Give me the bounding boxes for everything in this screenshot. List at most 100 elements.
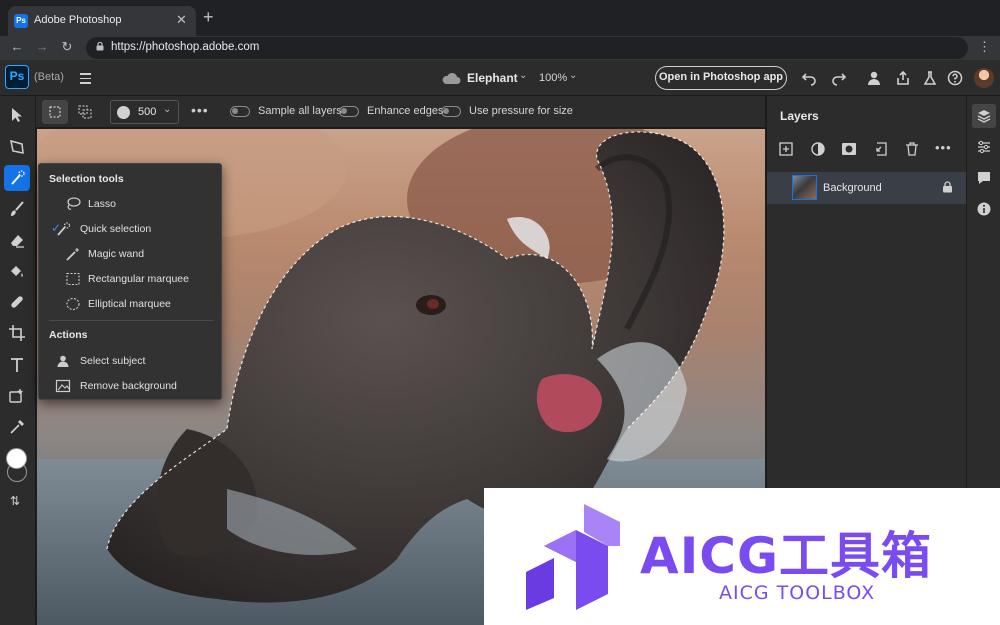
user-avatar[interactable] bbox=[974, 68, 994, 88]
flyout-item-rectangular-marquee[interactable]: Rectangular marquee bbox=[39, 267, 223, 291]
eraser-tool[interactable] bbox=[4, 227, 30, 253]
remove-background-icon bbox=[55, 379, 71, 393]
selection-tools-heading: Selection tools bbox=[49, 173, 124, 185]
watermark-title: AICG工具箱 bbox=[640, 527, 933, 585]
undo-icon[interactable] bbox=[801, 70, 817, 86]
flyout-item-remove-background[interactable]: Remove background bbox=[39, 374, 223, 398]
eyedropper-tool[interactable] bbox=[4, 414, 30, 440]
select-subject-icon bbox=[57, 355, 69, 367]
open-in-photoshop-app-button[interactable]: Open in Photoshop app bbox=[655, 66, 787, 90]
adjustments-icon[interactable] bbox=[976, 139, 992, 155]
paint-bucket-tool[interactable] bbox=[4, 258, 30, 284]
adjustment-layer-icon[interactable] bbox=[809, 140, 827, 158]
photoshop-logo[interactable]: Ps bbox=[5, 65, 29, 89]
foreground-color-swatch[interactable] bbox=[6, 448, 27, 469]
lasso-icon bbox=[67, 197, 81, 210]
reload-icon[interactable]: ↻ bbox=[58, 39, 76, 55]
eraser-icon bbox=[11, 235, 24, 248]
cloud-icon bbox=[442, 72, 461, 84]
tab-close-icon[interactable]: ✕ bbox=[176, 12, 187, 28]
layers-more-icon[interactable]: ••• bbox=[935, 140, 952, 155]
text-icon bbox=[11, 358, 23, 372]
document-name[interactable]: Elephant bbox=[467, 71, 518, 85]
layer-thumbnail bbox=[792, 175, 817, 200]
use-pressure-toggle[interactable] bbox=[441, 106, 461, 117]
brush-size-value: 500 bbox=[138, 106, 157, 118]
forward-arrow-icon[interactable]: → bbox=[33, 39, 51, 54]
flyout-item-label: Rectangular marquee bbox=[88, 273, 189, 285]
options-more-icon[interactable]: ••• bbox=[191, 102, 209, 118]
quick-selection-icon bbox=[57, 222, 71, 236]
layer-lock-icon[interactable] bbox=[942, 181, 953, 193]
flyout-item-label: Select subject bbox=[80, 355, 146, 367]
address-bar: ← → ↻ https://photoshop.adobe.com ⋮ bbox=[0, 36, 1000, 60]
new-selection-mode-button[interactable] bbox=[42, 100, 68, 124]
flyout-item-elliptical-marquee[interactable]: Elliptical marquee bbox=[39, 292, 223, 316]
flyout-item-label: Elliptical marquee bbox=[88, 298, 171, 310]
type-tool[interactable] bbox=[4, 352, 30, 378]
crop-tool[interactable] bbox=[4, 320, 30, 346]
layers-panel-title: Layers bbox=[780, 109, 819, 123]
flyout-item-quick-selection[interactable]: ✓ Quick selection bbox=[39, 217, 223, 241]
use-pressure-label: Use pressure for size bbox=[469, 105, 573, 117]
help-icon[interactable] bbox=[947, 70, 963, 86]
chevron-down-icon[interactable]: ⌄ bbox=[519, 70, 527, 81]
zoom-level[interactable]: 100% bbox=[539, 72, 567, 84]
app-header: Ps (Beta) Elephant ⌄ 100% ⌄ Open in Phot… bbox=[0, 60, 1000, 96]
layer-mask-icon[interactable] bbox=[840, 140, 858, 158]
aicg-logo-icon bbox=[526, 504, 620, 610]
redo-icon[interactable] bbox=[831, 70, 847, 86]
browser-menu-icon[interactable]: ⋮ bbox=[978, 39, 991, 55]
flyout-item-label: Lasso bbox=[88, 198, 117, 210]
enhance-edges-toggle[interactable] bbox=[339, 106, 359, 117]
quick-selection-tool[interactable] bbox=[4, 165, 30, 191]
flyout-item-label: Magic wand bbox=[88, 248, 145, 260]
eyedropper-icon bbox=[10, 420, 24, 434]
trash-icon[interactable] bbox=[903, 140, 921, 158]
new-tab-button[interactable]: + bbox=[203, 7, 214, 28]
browser-tab[interactable]: Ps Adobe Photoshop ✕ bbox=[8, 6, 196, 36]
layer-name: Background bbox=[823, 182, 882, 194]
comments-icon[interactable] bbox=[976, 170, 992, 186]
elliptical-marquee-icon bbox=[66, 297, 80, 311]
place-image-icon[interactable] bbox=[871, 140, 889, 158]
add-to-selection-mode-button[interactable] bbox=[72, 100, 98, 124]
flyout-item-label: Remove background bbox=[80, 380, 177, 392]
info-icon[interactable] bbox=[976, 201, 992, 217]
layer-row-background[interactable]: Background bbox=[767, 172, 966, 204]
hamburger-menu-icon[interactable] bbox=[80, 73, 91, 87]
add-selection-icon bbox=[78, 105, 92, 119]
zoom-chevron-down-icon[interactable]: ⌄ bbox=[569, 70, 577, 81]
rectangular-marquee-icon bbox=[66, 272, 80, 286]
layers-panel-toggle[interactable] bbox=[972, 104, 996, 128]
actions-heading: Actions bbox=[49, 329, 88, 341]
healing-tool[interactable] bbox=[4, 289, 30, 315]
flyout-item-select-subject[interactable]: Select subject bbox=[39, 349, 223, 373]
add-image-tool[interactable] bbox=[4, 383, 30, 409]
transform-icon bbox=[10, 139, 24, 154]
omnibox[interactable]: https://photoshop.adobe.com bbox=[86, 37, 968, 59]
flask-icon[interactable] bbox=[922, 70, 938, 86]
transform-tool[interactable] bbox=[4, 134, 30, 160]
browser-tab-bar: Ps Adobe Photoshop ✕ + bbox=[0, 0, 1000, 36]
move-tool[interactable] bbox=[4, 102, 30, 128]
url-text[interactable]: https://photoshop.adobe.com bbox=[111, 41, 259, 53]
brush-tool[interactable] bbox=[4, 196, 30, 222]
magic-wand-icon bbox=[66, 248, 79, 261]
options-bar: 500 ⌄ ••• Sample all layers Enhance edge… bbox=[36, 96, 765, 128]
photoshop-favicon-icon: Ps bbox=[14, 14, 28, 28]
sample-all-layers-label: Sample all layers bbox=[258, 105, 342, 117]
watermark-subtitle: AICG TOOLBOX bbox=[719, 582, 876, 604]
flyout-item-magic-wand[interactable]: Magic wand bbox=[39, 242, 223, 266]
back-arrow-icon[interactable]: ← bbox=[8, 39, 26, 54]
tab-title: Adobe Photoshop bbox=[34, 14, 122, 26]
flyout-item-lasso[interactable]: Lasso bbox=[39, 192, 223, 216]
share-icon[interactable] bbox=[895, 70, 911, 86]
bandage-icon bbox=[11, 296, 23, 308]
crop-icon bbox=[9, 325, 25, 341]
add-layer-icon[interactable] bbox=[778, 140, 796, 158]
swap-colors-icon[interactable]: ⇅ bbox=[10, 494, 20, 508]
invite-users-icon[interactable] bbox=[867, 70, 883, 86]
sample-all-layers-toggle[interactable] bbox=[230, 106, 250, 117]
brush-size-picker[interactable]: 500 ⌄ bbox=[110, 100, 179, 124]
